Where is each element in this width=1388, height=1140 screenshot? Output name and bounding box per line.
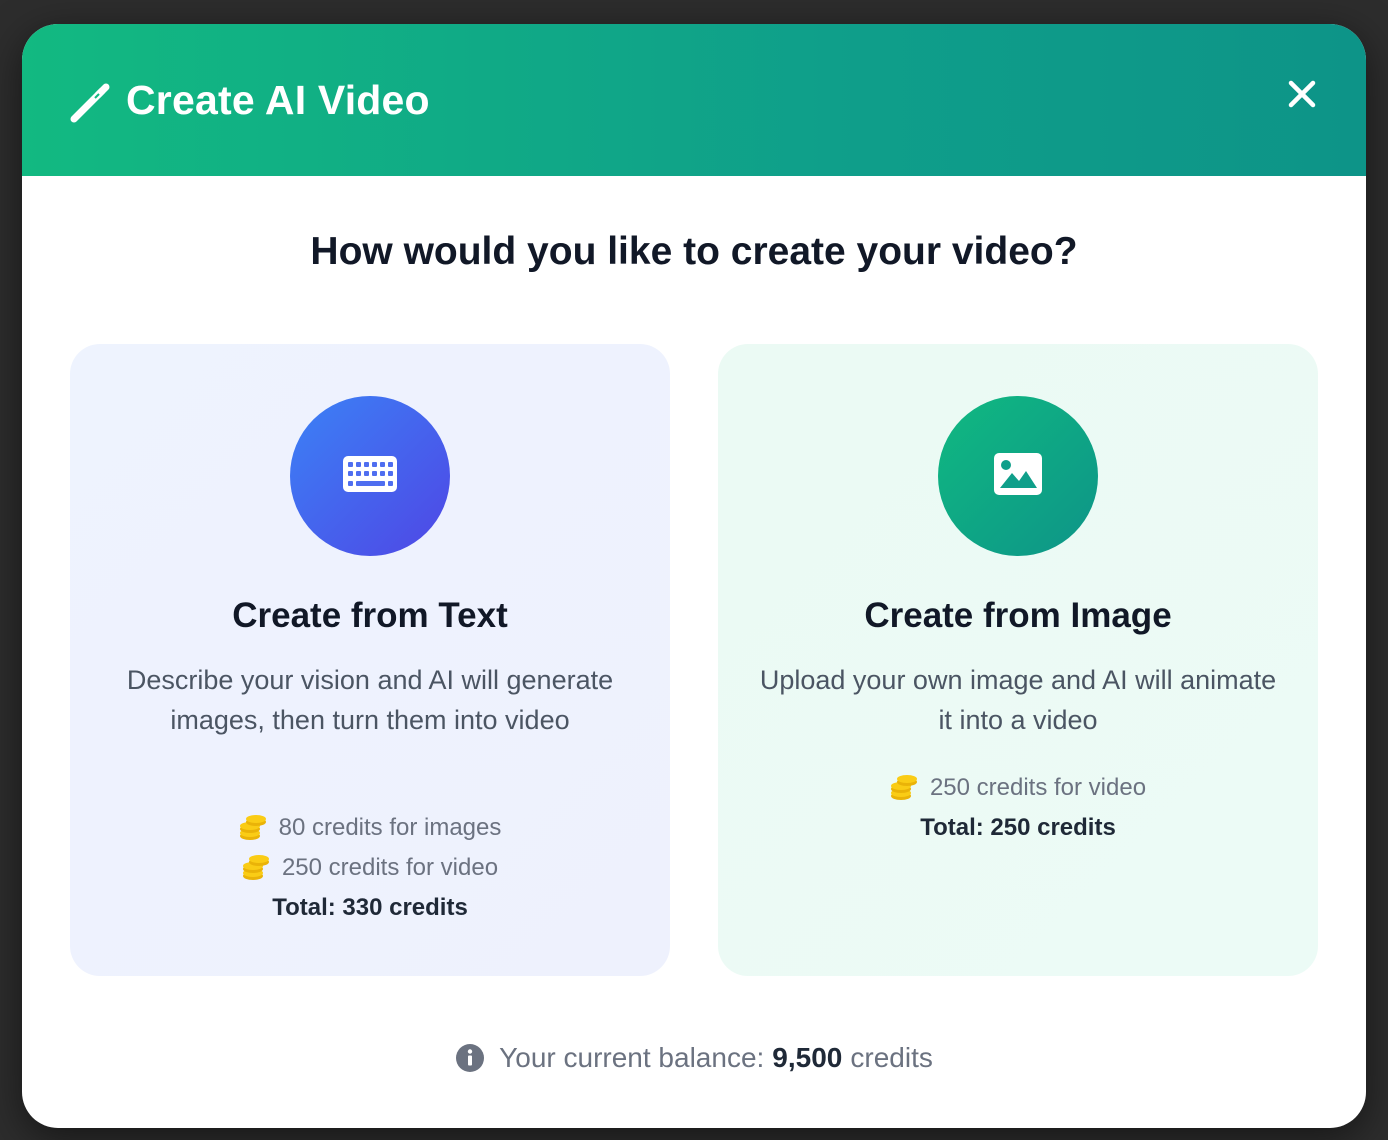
- create-video-modal: Create AI Video How would you like to cr…: [22, 24, 1366, 1128]
- credit-label: 80 credits for images: [278, 814, 502, 841]
- coins-icon: [890, 774, 918, 802]
- magic-wand-icon: [68, 81, 112, 125]
- card-icon-circle: [290, 396, 450, 556]
- modal-header: Create AI Video: [22, 24, 1366, 176]
- credit-line-video: 250 credits for video: [718, 770, 1318, 806]
- balance-amount: 9,500: [772, 1042, 843, 1073]
- question-heading: How would you like to create your video?: [310, 230, 1078, 273]
- card-title: Create from Text: [232, 596, 508, 635]
- credit-total: Total: 330 credits: [272, 894, 468, 921]
- close-icon: [1287, 79, 1317, 114]
- coins-icon: [242, 854, 270, 882]
- image-icon: [993, 452, 1043, 501]
- close-button[interactable]: [1278, 72, 1326, 120]
- info-icon: [455, 1043, 485, 1073]
- card-icon-circle: [938, 396, 1098, 556]
- balance-info: Your current balance: 9,500 credits: [22, 1038, 1366, 1078]
- modal-title: Create AI Video: [126, 77, 430, 123]
- credit-label: 250 credits for video: [281, 854, 499, 881]
- create-from-image-card[interactable]: Create from Image Upload your own image …: [718, 344, 1318, 976]
- card-description: Describe your vision and AI will generat…: [126, 665, 614, 735]
- card-description: Upload your own image and AI will animat…: [759, 665, 1277, 735]
- balance-prefix: Your current balance:: [499, 1042, 765, 1073]
- balance-suffix: credits: [850, 1042, 933, 1073]
- credit-line-video: 250 credits for video: [70, 850, 670, 886]
- create-from-text-card[interactable]: Create from Text Describe your vision an…: [70, 344, 670, 976]
- credit-label: 250 credits for video: [929, 774, 1147, 801]
- coins-icon: [239, 814, 267, 842]
- credit-total: Total: 250 credits: [920, 814, 1116, 841]
- credit-line-images: 80 credits for images: [70, 810, 670, 846]
- keyboard-icon: [342, 455, 398, 498]
- card-title: Create from Image: [864, 596, 1172, 635]
